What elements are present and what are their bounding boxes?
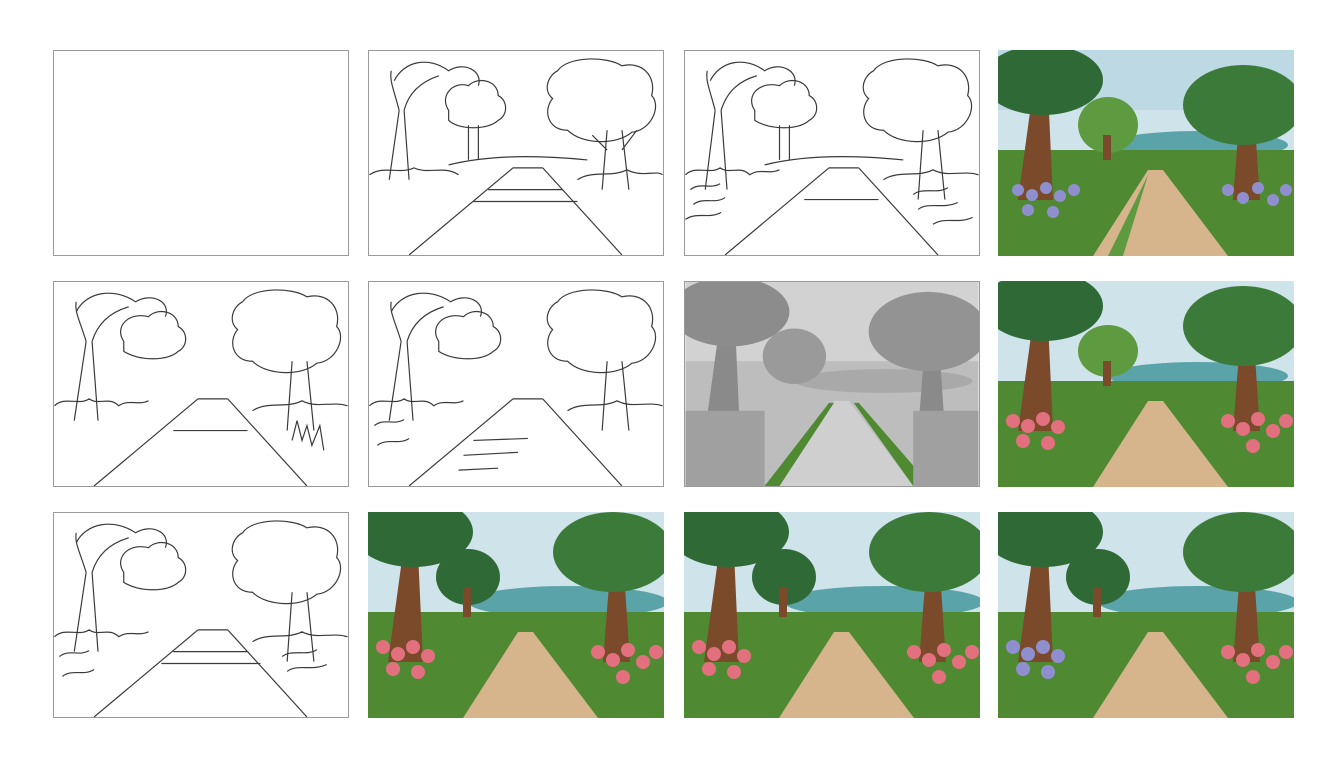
panel-color-mixed-flowers: [998, 512, 1294, 718]
panel-color-purple-flowers: [998, 50, 1294, 256]
panel-color-pink-flowers-2: [368, 512, 664, 718]
artwork-progression-grid: [0, 0, 1344, 768]
color-scene: [998, 281, 1294, 487]
grayscale-scene: [685, 282, 979, 486]
lineart-clean: [54, 289, 348, 486]
panel-blank-canvas: [53, 50, 349, 256]
panel-clean-lineart: [53, 281, 349, 487]
color-scene: [998, 50, 1294, 256]
panel-lineart-3: [53, 512, 349, 718]
lineart-detailed: [685, 58, 979, 255]
panel-grayscale-values: [684, 281, 980, 487]
panel-color-pink-flowers-1: [998, 281, 1294, 487]
lineart-refined: [369, 289, 663, 486]
color-scene: [998, 512, 1294, 718]
panel-detailed-sketch: [684, 50, 980, 256]
color-scene: [368, 512, 664, 718]
lineart-sketch: [369, 58, 663, 255]
panel-rough-sketch: [368, 50, 664, 256]
blank-canvas: [54, 51, 348, 255]
lineart-final: [54, 520, 348, 717]
color-scene: [684, 512, 980, 718]
panel-refined-lineart: [368, 281, 664, 487]
panel-color-pink-flowers-3: [684, 512, 980, 718]
